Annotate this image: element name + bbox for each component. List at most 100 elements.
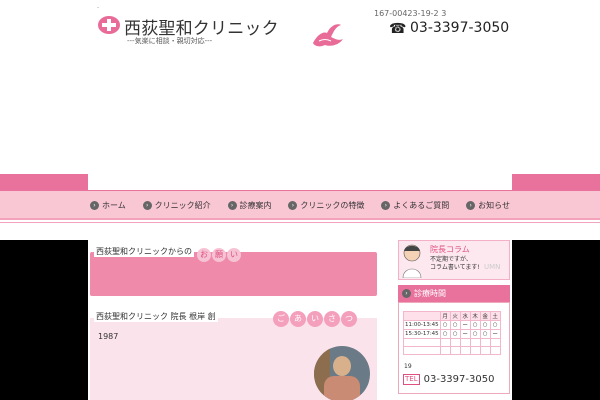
day-cell: 水 [459, 311, 471, 321]
hours-cell: ○ [469, 320, 481, 330]
nav-label: 診療案内 [239, 200, 272, 210]
nav-border [0, 218, 600, 220]
hours-cell [469, 338, 481, 347]
time-label: 15:30-17:45 [403, 329, 441, 339]
nav-label: クリニックの特徴 [300, 200, 365, 210]
circle-arrow-icon: › [381, 200, 391, 210]
heading-char: お [197, 248, 211, 262]
circle-arrow-icon: › [466, 200, 476, 210]
address-text: 167-00423-19-2 3 [374, 9, 447, 18]
hours-cell [439, 346, 451, 355]
left-margin [0, 240, 88, 400]
header-phone[interactable]: 03-3397-3050 [410, 20, 509, 36]
hours-title-row: › 診療時間 [402, 288, 446, 299]
heading-char: い [227, 248, 241, 262]
column-watermark: UMN [484, 263, 501, 271]
circle-arrow-icon: › [402, 289, 411, 298]
hours-cell: ○ [469, 329, 481, 339]
bird-icon [313, 24, 343, 47]
doctor-illustration-icon [402, 244, 422, 278]
telephone-icon: ☎ [389, 21, 407, 37]
time-label [403, 346, 441, 355]
hours-row [403, 338, 501, 347]
day-cell: 火 [449, 311, 461, 321]
request-badge: お願い [196, 242, 241, 262]
hours-cell: ○ [449, 320, 461, 330]
heading-char: い [307, 311, 323, 327]
nav-item-home[interactable]: › ホーム [90, 197, 126, 213]
pink-cross-logo-icon[interactable] [98, 16, 120, 34]
hours-cell: ○ [439, 320, 451, 330]
shirt-graphic [324, 376, 360, 400]
right-margin [512, 240, 600, 400]
tiny-mark: - [97, 4, 100, 11]
hours-cell: ○ [439, 329, 451, 339]
heading-char: あ [290, 311, 306, 327]
hours-cell [479, 338, 491, 347]
header: - 西荻聖和クリニック ---気楽に相談・親切対応--- 167-00423-1… [0, 0, 600, 55]
hours-table: 月 火 水 木 金 土 11:00-13:45 ○ ○ ー ○ ○ ○ 15:3… [403, 311, 501, 355]
column-title: 院長コラム [430, 245, 470, 254]
hours-header-row: 月 火 水 木 金 土 [403, 311, 501, 321]
hours-row: 11:00-13:45 ○ ○ ー ○ ○ ○ [403, 320, 501, 330]
heading-char: つ [341, 311, 357, 327]
hero-area [0, 55, 600, 174]
nav-item-faq[interactable]: › よくあるご質問 [381, 197, 449, 213]
hours-cell [459, 346, 471, 355]
band-left [0, 174, 88, 191]
column-line-1: 不定期ですが、 [430, 256, 472, 263]
nav-item-news[interactable]: › お知らせ [466, 197, 510, 213]
hours-cell [439, 338, 451, 347]
nav-item-features[interactable]: › クリニックの特徴 [288, 197, 364, 213]
time-label [403, 338, 441, 347]
face-graphic [333, 356, 351, 376]
hours-row: 15:30-17:45 ○ ○ ー ○ ○ ー [403, 329, 501, 339]
hours-cell: ー [489, 329, 501, 339]
hours-cell [449, 346, 461, 355]
band-right [512, 174, 600, 191]
nav-item-clinic-intro[interactable]: › クリニック紹介 [142, 197, 211, 213]
nav-label: クリニック紹介 [154, 200, 211, 210]
greeting-heading: 西荻聖和クリニック 院長 根岸 創 [94, 311, 218, 322]
circle-arrow-icon: › [227, 200, 237, 210]
nav-item-services[interactable]: › 診療案内 [227, 197, 272, 213]
day-cell: 月 [439, 311, 451, 321]
heading-char: ご [273, 311, 289, 327]
year-text: 1987 [98, 332, 119, 341]
hours-cell: ー [459, 320, 471, 330]
hours-cell [459, 338, 471, 347]
hours-title: 診療時間 [414, 289, 446, 298]
day-cell: 土 [489, 311, 501, 321]
circle-arrow-icon: › [288, 200, 298, 210]
hours-cell [449, 338, 461, 347]
footnote-number: 19 [404, 363, 412, 370]
circle-arrow-icon: › [142, 200, 152, 210]
heading-char: 願 [212, 248, 226, 262]
hours-cell: ○ [479, 320, 491, 330]
page: - 西荻聖和クリニック ---気楽に相談・親切対応--- 167-00423-1… [0, 0, 600, 400]
time-label: 11:00-13:45 [403, 320, 441, 330]
hours-row [403, 346, 501, 355]
hours-cell: ー [459, 329, 471, 339]
column-line-2: コラム書いてます! [430, 264, 480, 271]
tel-number: 03-3397-3050 [423, 374, 495, 385]
circle-arrow-icon: › [90, 200, 99, 210]
hours-cell [489, 338, 501, 347]
hours-cell [489, 346, 501, 355]
heading-char: さ [324, 311, 340, 327]
nav-label: お知らせ [478, 200, 510, 210]
request-heading: 西荻聖和クリニックからの [94, 246, 194, 257]
day-cell: 金 [479, 311, 491, 321]
hours-cell: ○ [489, 320, 501, 330]
nav-label: ホーム [102, 200, 126, 210]
site-subtitle: ---気楽に相談・親切対応--- [127, 37, 213, 45]
day-cell: 木 [469, 311, 481, 321]
tel-badge: TEL [403, 374, 420, 385]
hours-cell [479, 346, 491, 355]
sidebar-tel[interactable]: TEL 03-3397-3050 [403, 374, 494, 385]
nav-label: よくあるご質問 [393, 200, 450, 210]
hours-corner [403, 311, 441, 321]
column-description: 不定期ですが、 コラム書いてます! [430, 256, 480, 272]
greeting-badge: ごあいさつ [272, 306, 357, 327]
hours-cell [469, 346, 481, 355]
